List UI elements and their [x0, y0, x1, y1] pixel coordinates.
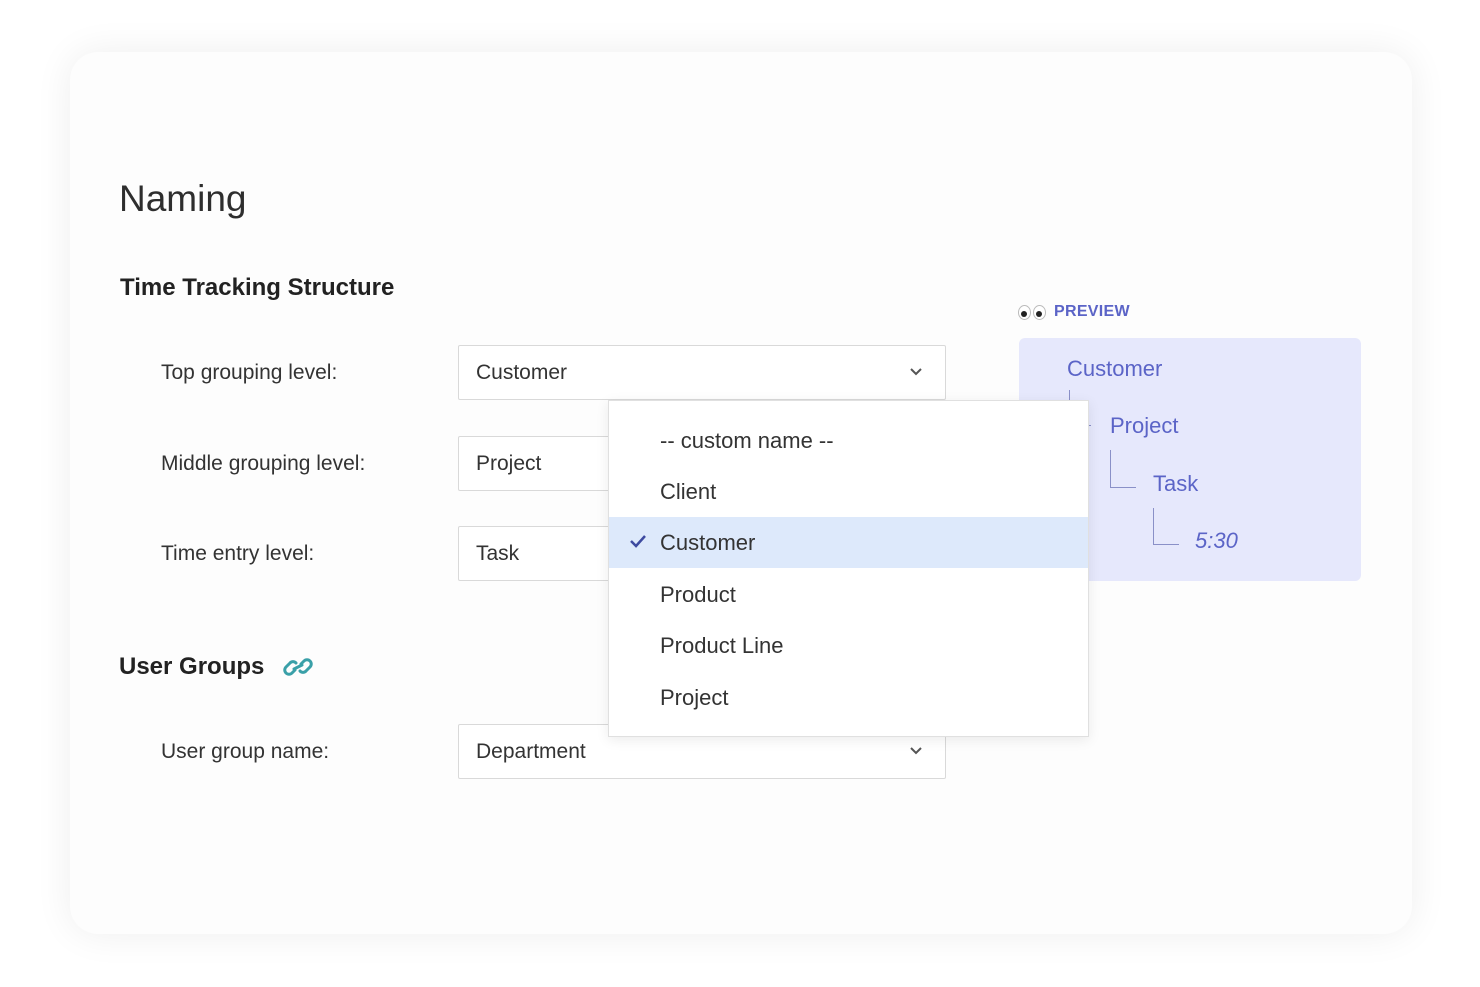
section-title-time-tracking: Time Tracking Structure — [120, 274, 394, 302]
middle-grouping-label: Middle grouping level: — [161, 452, 366, 475]
chevron-down-icon — [910, 747, 922, 755]
dropdown-option-selected[interactable]: Customer — [609, 517, 1088, 568]
dropdown-option[interactable]: Client — [609, 466, 1088, 517]
time-entry-value: Task — [476, 541, 520, 565]
check-icon — [630, 535, 646, 548]
dropdown-option[interactable]: Product — [609, 569, 1088, 620]
middle-grouping-value: Project — [476, 451, 542, 475]
preview-entry-level: Task — [1153, 471, 1199, 496]
dropdown-option-label: Customer — [660, 529, 756, 555]
dropdown-option[interactable]: Project — [609, 672, 1088, 723]
chevron-down-icon — [910, 368, 922, 376]
tree-connector — [1153, 508, 1179, 545]
user-groups-title: User Groups — [119, 653, 265, 680]
top-grouping-select[interactable]: Customer — [458, 345, 946, 400]
preview-top-level: Customer — [1067, 356, 1163, 381]
user-group-name-label: User group name: — [161, 740, 330, 763]
page-title: Naming — [119, 178, 247, 219]
dropdown-option[interactable]: Product Line — [609, 620, 1088, 671]
user-group-name-value: Department — [476, 739, 586, 763]
tree-connector — [1110, 450, 1136, 488]
section-title-user-groups: User Groups — [119, 653, 314, 681]
preview-middle-level: Project — [1110, 413, 1179, 438]
dropdown-option[interactable]: -- custom name -- — [609, 415, 1088, 466]
preview-header: PREVIEW — [1018, 303, 1130, 321]
top-grouping-dropdown: -- custom name -- Client Customer Produc… — [608, 400, 1089, 737]
eyes-icon — [1018, 304, 1046, 320]
link-icon[interactable] — [282, 653, 314, 681]
time-tracking-title: Time Tracking Structure — [120, 274, 395, 301]
preview-time: 5:30 — [1195, 528, 1238, 553]
time-entry-label: Time entry level: — [161, 542, 315, 565]
top-grouping-value: Customer — [476, 360, 568, 384]
top-grouping-label: Top grouping level: — [161, 361, 338, 384]
preview-label: PREVIEW — [1054, 303, 1130, 320]
